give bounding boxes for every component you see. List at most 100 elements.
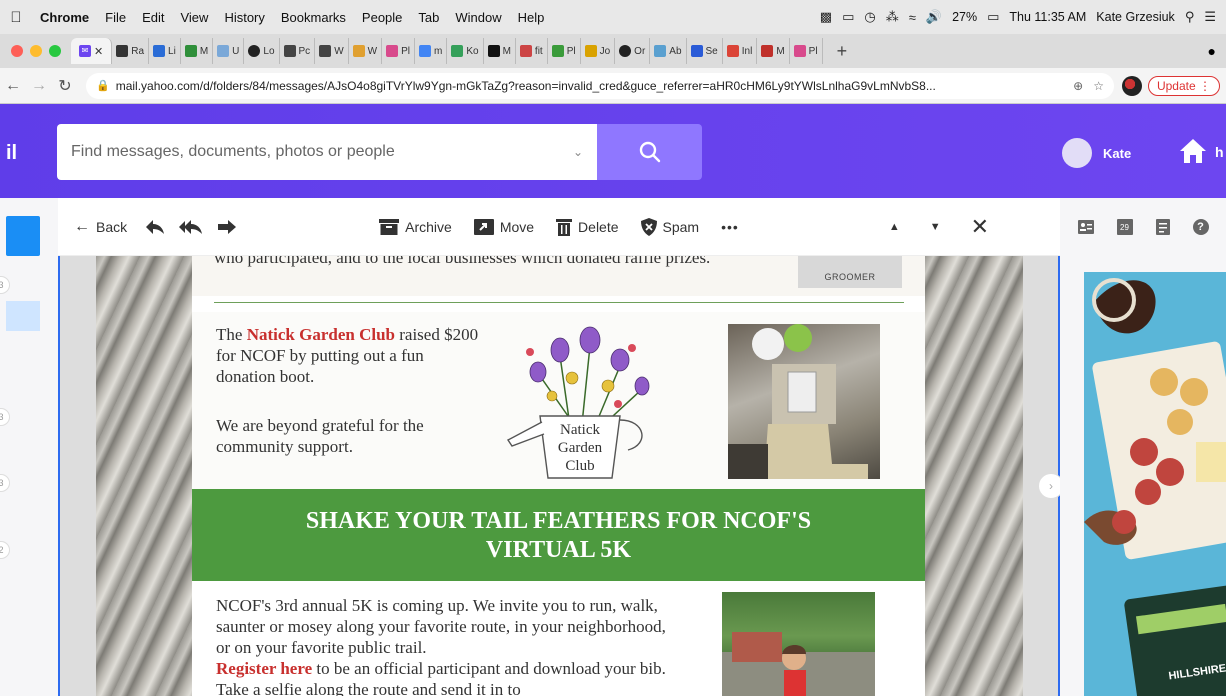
move-button[interactable]: Move (473, 218, 534, 235)
tab[interactable]: M (484, 38, 516, 64)
tab[interactable]: W (315, 38, 349, 64)
tab[interactable]: M (181, 38, 214, 64)
tab[interactable]: Ab (650, 38, 687, 64)
back-button[interactable]: ← Back (74, 218, 127, 236)
tab-favicon (283, 45, 296, 57)
tab-close-icon[interactable]: ✕ (94, 45, 103, 58)
apple-menu-icon[interactable]:  (0, 9, 32, 26)
next-message-icon[interactable]: ▼ (930, 221, 941, 233)
tab[interactable]: Pl (548, 38, 581, 64)
tab[interactable]: Inl (723, 38, 758, 64)
compose-button[interactable] (6, 216, 40, 256)
zoom-window-button[interactable] (49, 45, 61, 57)
reply-icon[interactable] (145, 219, 165, 235)
menu-view[interactable]: View (172, 10, 216, 25)
address-bar[interactable]: 🔒 mail.yahoo.com/d/folders/84/messages/A… (86, 72, 1114, 99)
yahoo-mail-logo[interactable]: il (6, 142, 17, 165)
menu-people[interactable]: People (354, 10, 410, 25)
close-window-button[interactable] (11, 45, 23, 57)
garden-club-link[interactable]: Natick Garden Club (247, 325, 395, 344)
folder-count-badge: 2 (0, 541, 10, 559)
spam-button[interactable]: Spam (640, 217, 699, 236)
home-label[interactable]: h (1215, 144, 1224, 160)
spotlight-search-icon[interactable]: ⚲ (1185, 9, 1195, 25)
tab[interactable]: Or (615, 38, 651, 64)
tab[interactable]: Jo (581, 38, 616, 64)
mail-search-input[interactable]: Find messages, documents, photos or peop… (57, 124, 597, 180)
tab[interactable]: fit (516, 38, 548, 64)
tab[interactable]: Ra (112, 38, 150, 64)
notification-center-icon[interactable]: ☰ (1204, 9, 1216, 25)
menu-history[interactable]: History (216, 10, 272, 25)
update-chrome-button[interactable]: Update ⋮ (1147, 75, 1220, 96)
tab[interactable]: Li (149, 38, 181, 64)
battery-percent[interactable]: 27% (952, 10, 977, 24)
app-menu-chrome[interactable]: Chrome (32, 10, 97, 25)
close-message-icon[interactable]: ✕ (971, 214, 989, 240)
wifi-icon[interactable]: ≈ (909, 10, 916, 25)
menu-window[interactable]: Window (447, 10, 509, 25)
profile-avatar-icon[interactable] (1121, 75, 1142, 96)
user-name[interactable]: Kate (1103, 146, 1131, 161)
donation-boot-illustration (728, 324, 868, 479)
minimize-window-button[interactable] (30, 45, 42, 57)
calendar-icon[interactable]: 29 (1116, 219, 1133, 235)
banner-title-line-2: VIRTUAL 5K (485, 537, 632, 563)
tab[interactable]: Ko (447, 38, 484, 64)
search-button[interactable] (597, 124, 702, 180)
tab[interactable]: Pc (280, 38, 316, 64)
new-tab-button[interactable]: + (823, 41, 862, 62)
previous-message-icon[interactable]: ▲ (889, 221, 900, 233)
menu-help[interactable]: Help (510, 10, 553, 25)
archive-button[interactable]: Archive (379, 218, 452, 235)
airplay-icon[interactable]: ▭ (842, 9, 854, 25)
user-avatar[interactable] (1062, 138, 1092, 168)
reload-icon[interactable]: ↻ (52, 76, 78, 96)
tab[interactable]: Pl (382, 38, 415, 64)
tab[interactable]: m (415, 38, 448, 64)
more-options-button[interactable]: ••• (721, 219, 739, 235)
tab[interactable]: Lo (244, 38, 280, 64)
forward-icon[interactable] (217, 219, 237, 235)
control-icon[interactable]: ▩ (820, 9, 832, 25)
chevron-down-icon[interactable]: ⌄ (573, 145, 583, 159)
register-link[interactable]: Register here (216, 659, 312, 678)
back-arrow-icon[interactable]: ← (0, 77, 26, 95)
help-icon[interactable]: ? (1192, 219, 1209, 235)
menu-edit[interactable]: Edit (134, 10, 172, 25)
clock[interactable]: Thu 11:35 AM (1009, 10, 1086, 24)
tab[interactable]: M (757, 38, 790, 64)
forward-arrow-icon[interactable]: → (26, 77, 52, 95)
battery-icon[interactable]: ▭ (987, 9, 999, 25)
volume-icon[interactable]: 🔊 (926, 9, 942, 25)
url-text[interactable]: mail.yahoo.com/d/folders/84/messages/AJs… (116, 79, 936, 93)
menubar-user[interactable]: Kate Grzesiuk (1096, 10, 1175, 24)
zoom-icon[interactable]: ⊕ (1073, 79, 1083, 93)
groomer-sponsor-logo[interactable]: GROOMER (798, 256, 902, 288)
menu-bookmarks[interactable]: Bookmarks (273, 10, 354, 25)
time-machine-icon[interactable]: ◷ (864, 9, 875, 25)
tab[interactable]: Se (687, 38, 723, 64)
sponsored-ad[interactable]: HILLSHIRE (1084, 272, 1226, 696)
tab[interactable]: Pl (790, 38, 823, 64)
lock-icon[interactable]: 🔒 (96, 79, 110, 92)
selected-folder-highlight[interactable] (6, 301, 40, 331)
delete-button[interactable]: Delete (556, 218, 619, 236)
menu-file[interactable]: File (97, 10, 134, 25)
macos-menu-bar:  Chrome File Edit View History Bookmark… (0, 0, 1226, 34)
reply-all-icon[interactable] (179, 219, 203, 235)
menu-tab[interactable]: Tab (410, 10, 447, 25)
tab-search-icon[interactable]: ● (1208, 43, 1226, 59)
contacts-icon[interactable] (1077, 220, 1094, 234)
home-icon[interactable] (1178, 136, 1208, 166)
notepad-icon[interactable] (1155, 219, 1170, 235)
bookmark-star-icon[interactable]: ☆ (1093, 79, 1104, 93)
bluetooth-icon[interactable]: ⁂ (886, 9, 899, 25)
move-folder-icon (473, 218, 494, 235)
tab[interactable]: U (213, 38, 245, 64)
trash-icon (556, 218, 573, 236)
tab[interactable]: W (349, 38, 383, 64)
tab-yahoo-mail[interactable]: ✉ ✕ (71, 38, 113, 64)
yahoo-mail-header: il Find messages, documents, photos or p… (0, 104, 1226, 198)
logo-text-garden: Garden (558, 440, 603, 456)
